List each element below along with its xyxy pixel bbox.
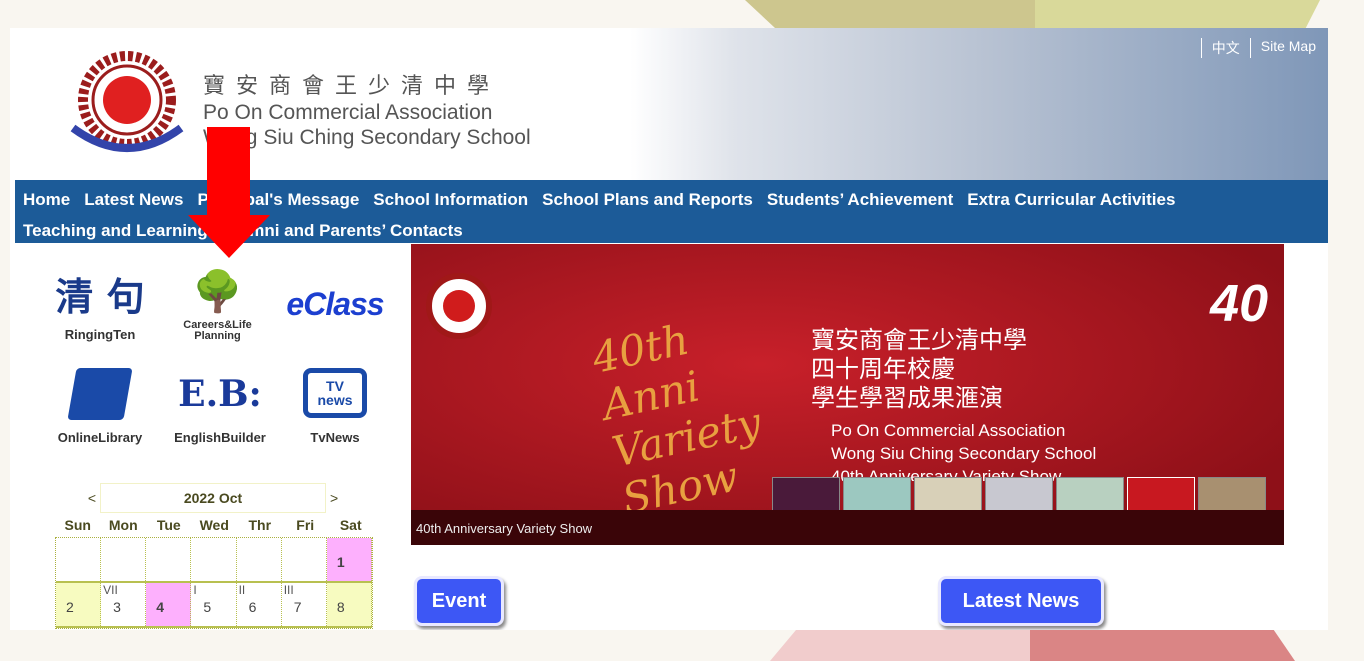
slide-thumbnail[interactable] (1127, 477, 1195, 511)
calendar-day[interactable]: 2 (56, 583, 102, 626)
calendar-day[interactable] (56, 538, 102, 581)
latest-news-button[interactable]: Latest News (938, 576, 1104, 626)
weekday-sun: Sun (64, 517, 91, 533)
shortcut-eclass[interactable]: eClass (285, 286, 385, 323)
day-number: 3 (113, 599, 121, 615)
calendar-day[interactable] (236, 538, 282, 581)
calendar-day[interactable]: II 6 (236, 583, 282, 626)
calendar-prev[interactable]: < (55, 490, 100, 506)
decor-triangle (1030, 630, 1295, 661)
calendar-day[interactable]: 1 (326, 538, 372, 581)
weekday-fri: Fri (296, 517, 315, 533)
eclass-icon: eClass (286, 286, 384, 322)
weekday-thr: Thr (248, 517, 272, 533)
event-button[interactable]: Event (414, 576, 504, 626)
tv-icon: TV news (303, 368, 367, 418)
shortcut-tvnews[interactable]: TV news TvNews (295, 368, 375, 445)
calendar-day[interactable]: 4 (146, 583, 192, 626)
cycle-day-label: I (193, 583, 197, 597)
thumbnail-strip (772, 477, 1266, 511)
calendar-day[interactable]: III 7 (281, 583, 327, 626)
shortcut-careers[interactable]: 🌳 Careers&Life Planning (175, 264, 260, 342)
calendar-day[interactable] (281, 538, 327, 581)
anniversary-badge: 40 (1210, 275, 1268, 333)
shortcut-onlinelibrary[interactable]: OnlineLibrary (50, 368, 150, 445)
calendar-week: 1 (56, 538, 372, 583)
weekday-tue: Tue (156, 517, 181, 533)
englishbuilder-icon: E.B: (178, 373, 262, 415)
nav-achievement[interactable]: Students’ Achievement (767, 190, 953, 209)
red-arrow-annotation (188, 127, 270, 258)
slide-thumbnail[interactable] (1056, 477, 1124, 511)
slideshow-banner[interactable]: 40 40th Anni Variety Show 寶安商會王少清中學 四十周年… (411, 244, 1284, 545)
site-map-link[interactable]: Site Map (1249, 38, 1316, 58)
chinese-link[interactable]: 中文 (1200, 38, 1240, 58)
slide-thumbnail[interactable] (1198, 477, 1266, 511)
calendar-next[interactable]: > (326, 490, 338, 506)
banner-caption-bar: 40th Anniversary Variety Show (411, 510, 1284, 545)
nav-teaching[interactable]: Teaching and Learning (23, 221, 208, 240)
cycle-day-label: II (238, 583, 246, 597)
day-number: 1 (336, 554, 345, 570)
calendar: < 2022 Oct > Sun Mon Tue Wed Thr Fri Sat 1 2 VII… (55, 483, 375, 629)
calendar-day[interactable]: I5 (191, 583, 237, 626)
nav-plans[interactable]: School Plans and Reports (542, 190, 753, 209)
calendar-day[interactable]: VII 3 (101, 583, 147, 626)
slide-thumbnail[interactable] (985, 477, 1053, 511)
weekday-sat: Sat (339, 517, 362, 533)
day-number: 4 (156, 599, 165, 615)
slide-thumbnail[interactable] (843, 477, 911, 511)
header-photo: 中文 Site Map (630, 28, 1328, 180)
day-number: 5 (203, 599, 212, 615)
slide-thumbnail[interactable] (914, 477, 982, 511)
nav-eca[interactable]: Extra Curricular Activities (967, 190, 1175, 209)
nav-school-info[interactable]: School Information (373, 190, 528, 209)
tree-icon: 🌳 (192, 270, 243, 314)
ringingten-icon: 清 句 (55, 274, 145, 319)
school-logo[interactable] (68, 50, 186, 160)
banner-logo (426, 273, 492, 339)
calendar-month: 2022 Oct (100, 483, 326, 513)
calendar-day[interactable]: 8 (326, 583, 372, 626)
decor-triangle (745, 0, 1035, 28)
nav-latest-news[interactable]: Latest News (84, 190, 183, 209)
calendar-day[interactable] (101, 538, 147, 581)
calendar-day[interactable] (146, 538, 192, 581)
cycle-day-label: VII (103, 583, 118, 597)
day-number: 7 (293, 599, 302, 615)
day-number: 8 (336, 599, 345, 615)
decor-triangle (1035, 0, 1320, 28)
calendar-day[interactable] (191, 538, 237, 581)
day-number: 6 (248, 599, 257, 615)
decor-triangle (770, 630, 1030, 661)
weekday-wed: Wed (199, 517, 229, 533)
slide-thumbnail[interactable] (772, 477, 840, 511)
cycle-day-label: III (283, 583, 294, 597)
calendar-week: 2 VII 3 4 I 5 II 6 III 7 8 (56, 583, 372, 628)
book-icon (67, 368, 133, 420)
day-number: 2 (66, 599, 74, 615)
page: 中文 Site Map 寶安商會王少清中學 Po On Commercial A… (10, 28, 1328, 630)
shortcut-englishbuilder[interactable]: E.B: EnglishBuilder (170, 368, 270, 445)
weekday-mon: Mon (108, 517, 138, 533)
nav-home[interactable]: Home (23, 190, 70, 209)
shortcut-ringingten[interactable]: 清 句 RingingTen (50, 266, 150, 342)
